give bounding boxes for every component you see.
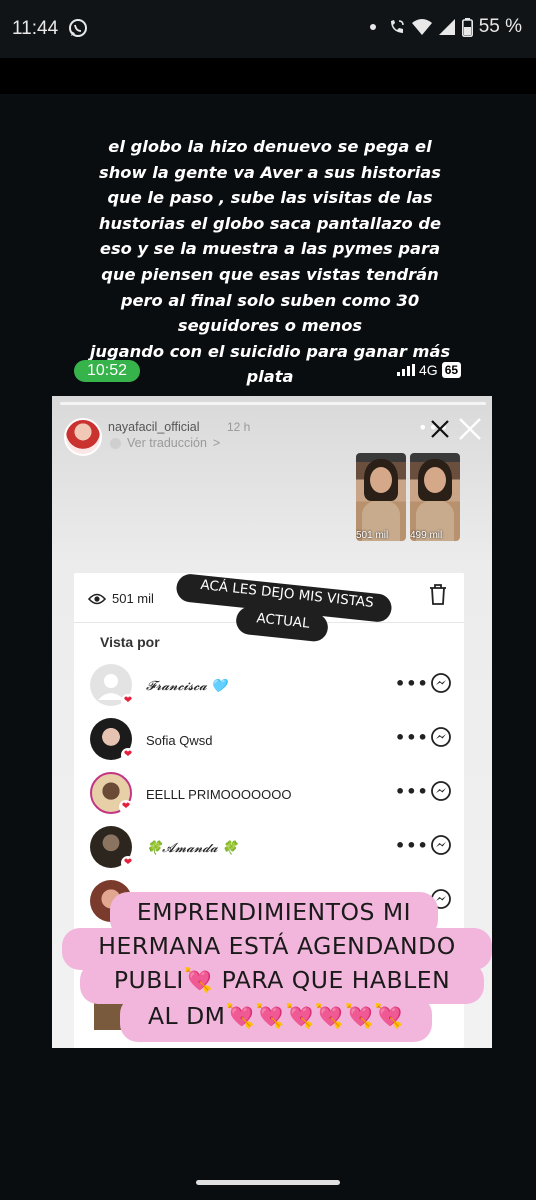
caption-line: seguidores o menos bbox=[177, 316, 363, 336]
wifi-icon bbox=[411, 19, 432, 35]
view-count[interactable]: 501 mil bbox=[112, 591, 154, 606]
caption-line: que le paso , sube las visitas de las bbox=[107, 188, 433, 208]
story-top-strip bbox=[0, 58, 536, 94]
caption-line: eso y se la muestra a las pymes para bbox=[99, 239, 441, 259]
trash-icon[interactable] bbox=[428, 583, 448, 605]
heart-icon: ❤ bbox=[121, 856, 135, 870]
chevron-right-icon: > bbox=[212, 436, 221, 450]
wifi-call-icon bbox=[390, 20, 404, 33]
story-username[interactable]: nayafacil_official bbox=[108, 420, 200, 434]
messenger-icon[interactable] bbox=[430, 834, 452, 856]
pink-sticker-text: AL DM💘💘💘💘💘💘 bbox=[147, 1002, 405, 1030]
viewer-avatar[interactable]: ❤ bbox=[90, 664, 135, 708]
caption-line: hustorias el globo saca pantallazo de bbox=[98, 213, 442, 233]
notification-dot-icon bbox=[369, 24, 376, 30]
more-options-icon[interactable]: ••• bbox=[395, 782, 429, 801]
caption-line: el globo la hizo denuevo se pega el bbox=[108, 137, 432, 156]
viewer-name[interactable]: 🍀𝓐𝓶𝓪𝓷𝓭𝓪 🍀 bbox=[146, 841, 238, 856]
viewer-name[interactable]: EELLL PRIMOOOOOOO bbox=[146, 787, 291, 802]
thumbnail-views: 499 mil bbox=[410, 530, 443, 541]
translate-label: Ver traducción bbox=[127, 436, 207, 450]
close-icon[interactable] bbox=[429, 418, 451, 440]
story-caption: el globo la hizo denuevo se pega el show… bbox=[60, 134, 480, 390]
pink-sticker-text: PUBLI💘 PARA QUE HABLEN bbox=[113, 966, 451, 994]
pink-sticker-text: EMPRENDIMIENTOS MI bbox=[136, 898, 412, 926]
inner-time-pill: 10:52 bbox=[74, 360, 140, 382]
eye-icon bbox=[88, 593, 106, 605]
viewer-name[interactable]: 𝓕𝓻𝓪𝓷𝓬𝓲𝓼𝓬𝓪 🩵 bbox=[146, 679, 227, 694]
network-type: 4G bbox=[419, 362, 438, 378]
signal-bars-icon bbox=[397, 364, 415, 376]
pink-sticker-text: HERMANA ESTÁ AGENDANDO bbox=[98, 932, 456, 960]
heart-icon: ❤ bbox=[121, 748, 135, 762]
story-thumbnail[interactable]: 501 mil bbox=[356, 453, 406, 541]
more-options-icon[interactable]: ••• bbox=[395, 836, 429, 855]
story-avatar[interactable] bbox=[64, 418, 102, 456]
viewer-avatar[interactable]: ❤ bbox=[90, 718, 135, 762]
caption-line: show la gente va Aver a sus historias bbox=[99, 162, 441, 182]
messenger-icon[interactable] bbox=[430, 726, 452, 748]
whatsapp-icon bbox=[69, 19, 87, 37]
inner-status-icons: 4G 65 bbox=[397, 362, 462, 378]
story-progress-bar bbox=[60, 402, 486, 405]
translate-link[interactable]: Ver traducción > bbox=[110, 436, 220, 450]
more-options-icon[interactable]: ••• bbox=[395, 728, 429, 747]
story-age: 12 h bbox=[227, 420, 251, 434]
viewer-avatar[interactable]: ❤ bbox=[90, 826, 135, 870]
signal-icon bbox=[438, 19, 455, 35]
more-options-icon[interactable]: ••• bbox=[395, 674, 429, 693]
status-time: 11:44 bbox=[12, 18, 59, 39]
close-icon[interactable] bbox=[457, 416, 483, 442]
heart-icon: ❤ bbox=[121, 694, 135, 708]
viewer-name[interactable]: Sofia Qwsd bbox=[146, 733, 212, 748]
heart-icon: ❤ bbox=[119, 800, 133, 814]
viewer-avatar[interactable]: ❤ bbox=[90, 772, 133, 814]
viewed-by-label: Vista por bbox=[100, 634, 160, 650]
thumbnail-views: 501 mil bbox=[356, 530, 389, 541]
messenger-icon[interactable] bbox=[430, 672, 452, 694]
battery-percent: 55 % bbox=[478, 16, 522, 37]
battery-icon bbox=[461, 17, 473, 37]
caption-line: que piensen que esas vistas tendrán bbox=[101, 264, 439, 284]
translate-icon bbox=[110, 437, 121, 449]
caption-line: pero al final solo suben como 30 bbox=[120, 290, 420, 310]
messenger-icon[interactable] bbox=[430, 780, 452, 802]
story-thumbnail[interactable]: 499 mil bbox=[410, 453, 460, 541]
inner-battery: 65 bbox=[441, 362, 462, 378]
home-indicator[interactable] bbox=[196, 1180, 340, 1185]
status-icons: 55 % bbox=[369, 16, 522, 38]
